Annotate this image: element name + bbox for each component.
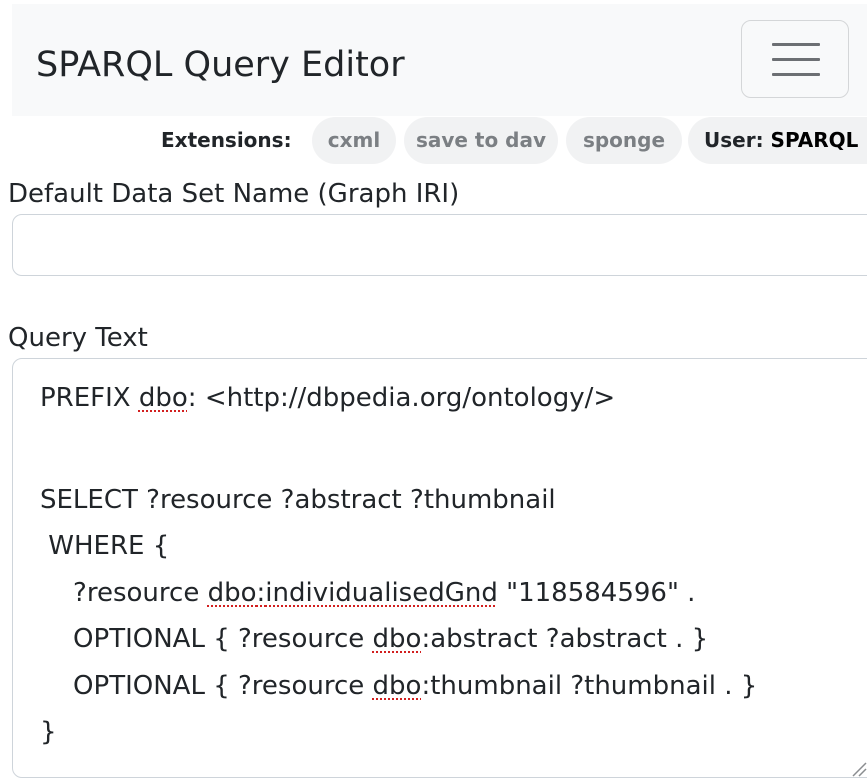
query-textarea[interactable]: PREFIX dbo: <http://dbpedia.org/ontology…: [12, 358, 867, 778]
misspelled-word: dbo: [372, 671, 422, 701]
navbar: SPARQL Query Editor: [12, 4, 867, 116]
query-line: }: [40, 717, 57, 747]
query-line: SELECT ?resource ?abstract ?thumbnail: [40, 485, 556, 515]
query-text-label: Query Text: [8, 323, 148, 353]
user-name: SPARQL: [770, 128, 859, 152]
extensions-label: Extensions:: [161, 128, 292, 152]
query-line: PREFIX dbo: <http://dbpedia.org/ontology…: [40, 383, 616, 413]
query-line: OPTIONAL { ?resource dbo:abstract ?abstr…: [40, 624, 709, 654]
hamburger-menu-icon: [772, 43, 820, 46]
graph-iri-label: Default Data Set Name (Graph IRI): [8, 179, 460, 209]
query-line: ?resource dbo:individualisedGnd "1185845…: [40, 578, 696, 608]
graph-iri-input[interactable]: [12, 214, 867, 276]
user-indicator: User: SPARQL: [688, 117, 867, 164]
extension-cxml-button[interactable]: cxml: [312, 117, 396, 164]
hamburger-menu-icon-bar: [772, 73, 820, 76]
misspelled-word: individualisedGnd: [265, 578, 498, 608]
extension-sponge-button[interactable]: sponge: [566, 117, 682, 164]
resize-grip-icon[interactable]: [847, 757, 867, 777]
query-line: OPTIONAL { ?resource dbo:thumbnail ?thum…: [40, 671, 758, 701]
misspelled-word: dbo: [372, 624, 422, 654]
hamburger-menu-icon-bar: [772, 58, 820, 61]
misspelled-word: dbo: [207, 578, 257, 608]
user-label: User:: [704, 128, 764, 152]
app-title[interactable]: SPARQL Query Editor: [36, 43, 405, 87]
extension-save-to-dav-button[interactable]: save to dav: [404, 117, 558, 164]
misspelled-word: dbo: [138, 383, 188, 413]
query-line: WHERE {: [40, 531, 170, 561]
navbar-toggler-button[interactable]: [741, 20, 849, 98]
